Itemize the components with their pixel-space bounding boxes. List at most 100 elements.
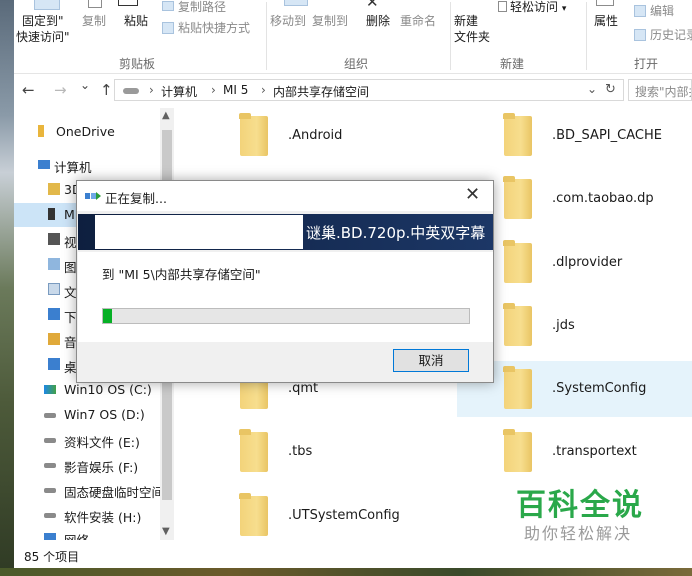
drive-icon bbox=[44, 513, 56, 518]
paste-button[interactable]: 粘贴 bbox=[124, 13, 148, 29]
nav-item-drive-e[interactable]: 资料文件 (E:) bbox=[14, 428, 160, 452]
desktop-background-bottom bbox=[0, 568, 692, 576]
refresh-icon[interactable]: ↻ bbox=[605, 82, 616, 97]
list-item[interactable]: .dlprovider bbox=[494, 235, 692, 291]
computer-icon bbox=[38, 160, 50, 169]
documents-icon bbox=[48, 283, 60, 295]
paste-icon bbox=[118, 0, 138, 6]
pictures-icon bbox=[48, 258, 60, 270]
easy-access-icon bbox=[498, 1, 507, 12]
history-button[interactable]: 历史记录 bbox=[650, 27, 692, 43]
dialog-body: 到 "MI 5\内部共享存储空间" bbox=[78, 252, 493, 342]
downloads-icon bbox=[48, 308, 60, 320]
drive-icon bbox=[44, 488, 56, 493]
close-icon[interactable]: ✕ bbox=[465, 184, 480, 205]
pin-icon bbox=[34, 0, 60, 10]
address-dropdown-icon[interactable]: ⌄ bbox=[587, 82, 597, 96]
phone-icon bbox=[48, 208, 55, 220]
copy-progress-dialog: 正在复制... ✕ 谜巢.BD.720p.中英双字幕 到 "MI 5\内部共享存… bbox=[76, 180, 494, 383]
chevron-right-icon: › bbox=[211, 83, 216, 97]
up-button[interactable]: ↑ bbox=[100, 81, 113, 99]
list-item[interactable]: .Android bbox=[230, 108, 450, 164]
watermark-subtitle: 助你轻松解决 bbox=[524, 524, 633, 543]
properties-button[interactable]: 属性 bbox=[594, 13, 618, 29]
videos-icon bbox=[48, 233, 60, 245]
forward-button[interactable]: → bbox=[54, 81, 67, 99]
breadcrumb-computer[interactable]: 计算机 bbox=[161, 83, 197, 100]
organize-group-label: 组织 bbox=[344, 57, 369, 71]
scroll-up-icon[interactable]: ▲ bbox=[162, 110, 170, 121]
list-item[interactable]: .BD_SAPI_CACHE bbox=[494, 108, 692, 164]
edit-button[interactable]: 编辑 bbox=[650, 3, 674, 19]
nav-item-drive-d[interactable]: Win7 OS (D:) bbox=[14, 403, 160, 427]
ribbon-separator bbox=[266, 2, 267, 70]
list-item[interactable]: .jds bbox=[494, 298, 692, 354]
paste-shortcut-button[interactable]: 粘贴快捷方式 bbox=[178, 20, 250, 36]
list-item[interactable]: .tbs bbox=[230, 424, 450, 480]
list-item[interactable]: .transportext bbox=[494, 424, 692, 480]
watermark-title: 百科全说 bbox=[516, 488, 644, 523]
pin-to-quick-access-button[interactable]: 固定到" 快速访问" bbox=[16, 13, 70, 45]
delete-icon: ✕ bbox=[366, 0, 379, 11]
nav-item-drive-h[interactable]: 软件安装 (H:) bbox=[14, 503, 160, 527]
rename-button[interactable]: 重命名 bbox=[400, 13, 436, 29]
history-icon bbox=[634, 29, 646, 41]
easy-access-button[interactable]: 轻松访问 ▾ bbox=[510, 0, 566, 17]
address-bar[interactable]: › 计算机 › MI 5 › 内部共享存储空间 ⌄ ↻ bbox=[114, 79, 624, 101]
list-item[interactable]: .com.taobao.dp bbox=[494, 171, 692, 227]
chevron-down-icon: ▾ bbox=[561, 4, 567, 14]
drive-icon bbox=[44, 463, 56, 468]
easy-access-label: 轻松访问 bbox=[510, 0, 559, 14]
desktop-icon bbox=[48, 358, 60, 370]
folder-icon bbox=[239, 429, 268, 472]
paste-shortcut-icon bbox=[162, 22, 174, 34]
clipboard-group-label: 剪贴板 bbox=[119, 57, 156, 71]
3d-objects-icon bbox=[48, 183, 60, 195]
ribbon: 固定到" 快速访问" 复制 粘贴 复制路径 粘贴快捷方式 剪贴板 移动到 复制到… bbox=[14, 0, 692, 74]
nav-item-drive-g[interactable]: 固态硬盘临时空间 bbox=[14, 478, 160, 502]
pin-label-line1: 固定到" bbox=[22, 14, 64, 28]
drive-icon bbox=[44, 438, 56, 443]
copy-files-icon bbox=[85, 192, 101, 200]
drive-icon bbox=[123, 88, 139, 94]
new-folder-button[interactable]: 新建 文件夹 bbox=[454, 13, 490, 45]
music-icon bbox=[48, 333, 60, 345]
pin-label-line2: 快速访问" bbox=[16, 30, 70, 44]
chevron-right-icon: › bbox=[149, 83, 154, 97]
address-row: ← → ⌄ ↑ › 计算机 › MI 5 › 内部共享存储空间 ⌄ ↻ 搜索"内… bbox=[14, 77, 692, 105]
copy-path-icon bbox=[162, 1, 174, 11]
nav-item-network[interactable]: 网络 bbox=[14, 532, 160, 540]
copy-icon bbox=[88, 0, 102, 8]
delete-button[interactable]: 删除 bbox=[366, 13, 390, 29]
breadcrumb-mi5[interactable]: MI 5 bbox=[223, 83, 248, 97]
properties-icon bbox=[596, 0, 614, 6]
copy-button[interactable]: 复制 bbox=[82, 13, 106, 29]
file-name-banner: 谜巢.BD.720p.中英双字幕 bbox=[78, 214, 493, 250]
list-item[interactable]: .UTSystemConfig bbox=[230, 488, 450, 544]
status-item-count: 85 个项目 bbox=[24, 550, 80, 564]
dialog-titlebar[interactable]: 正在复制... ✕ bbox=[77, 181, 493, 211]
back-button[interactable]: ← bbox=[22, 81, 35, 99]
search-input[interactable]: 搜索"内部共享存储空间" bbox=[628, 79, 692, 101]
ribbon-separator bbox=[586, 2, 587, 70]
recent-locations-button[interactable]: ⌄ bbox=[80, 78, 90, 92]
folder-icon bbox=[503, 240, 532, 283]
new-group-label: 新建 bbox=[500, 57, 525, 71]
folder-icon bbox=[503, 303, 532, 346]
breadcrumb-internal-storage[interactable]: 内部共享存储空间 bbox=[273, 83, 369, 100]
edit-icon bbox=[634, 5, 646, 17]
folder-icon bbox=[239, 493, 268, 536]
folder-icon bbox=[239, 113, 268, 156]
copy-path-button[interactable]: 复制路径 bbox=[178, 0, 226, 15]
folder-icon bbox=[503, 113, 532, 156]
cancel-button[interactable]: 取消 bbox=[393, 349, 469, 372]
copy-destination: 到 "MI 5\内部共享存储空间" bbox=[102, 267, 261, 282]
nav-item-drive-f[interactable]: 影音娱乐 (F:) bbox=[14, 453, 160, 477]
scroll-down-icon[interactable]: ▼ bbox=[162, 526, 170, 537]
copy-to-button[interactable]: 复制到 bbox=[312, 13, 348, 29]
move-to-button[interactable]: 移动到 bbox=[270, 13, 306, 29]
copy-progress-bar bbox=[102, 308, 470, 324]
nav-item-computer[interactable]: 计算机 bbox=[14, 153, 160, 177]
nav-item-onedrive[interactable]: OneDrive bbox=[14, 120, 160, 144]
desktop-background bbox=[0, 0, 14, 576]
